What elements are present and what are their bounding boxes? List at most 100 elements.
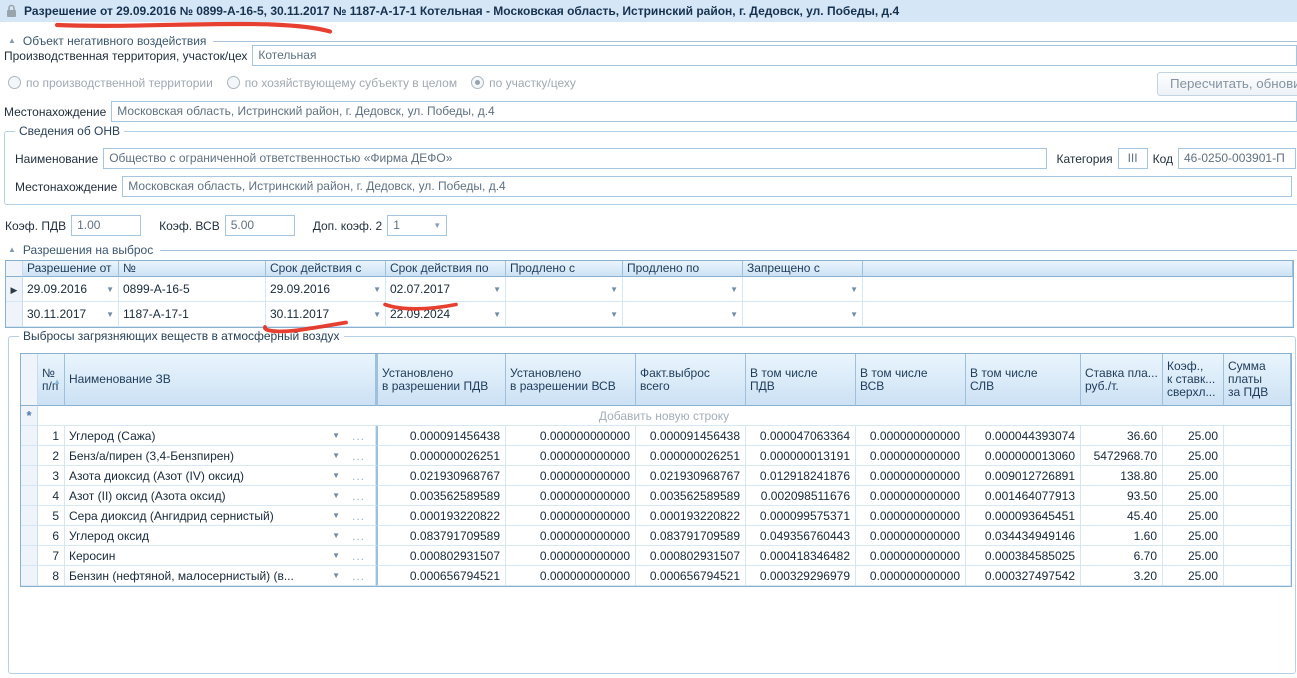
emission-value-cell[interactable]: 25.00 (1163, 426, 1224, 446)
emission-value-cell[interactable]: 0.000000000000 (856, 486, 966, 506)
emission-value-cell[interactable]: 0.000000000000 (856, 466, 966, 486)
permit-cell[interactable]: 29.09.2016▼ (23, 277, 119, 302)
chevron-down-icon[interactable]: ▼ (850, 285, 858, 294)
chevron-down-icon[interactable]: ▼ (332, 551, 340, 560)
emission-value-cell[interactable]: 0.000418346482 (746, 546, 856, 566)
emission-value-cell[interactable]: 0.000000026251 (636, 446, 746, 466)
coef-vsv-input[interactable]: 5.00 (225, 215, 295, 236)
emission-value-cell[interactable]: 2 (38, 446, 65, 466)
emission-value-cell[interactable]: 0.000802931507 (376, 546, 506, 566)
emission-value-cell[interactable]: 0.000329296979 (746, 566, 856, 586)
emission-value-cell[interactable] (1224, 506, 1291, 526)
permits-column-header-0[interactable]: Разрешение от (23, 261, 119, 277)
emission-value-cell[interactable]: 0.000000013060 (966, 446, 1081, 466)
emission-value-cell[interactable]: 0.012918241876 (746, 466, 856, 486)
emission-value-cell[interactable]: 0.083791709589 (636, 526, 746, 546)
collapse-permits-icon[interactable]: ▲ (8, 246, 16, 254)
ellipsis-button-icon[interactable]: ... (352, 449, 365, 463)
emission-value-cell[interactable] (1224, 446, 1291, 466)
emission-value-cell[interactable]: 0.000656794521 (636, 566, 746, 586)
coef-dop-combobox[interactable]: 1 ▼ (387, 215, 447, 236)
emission-value-cell[interactable]: 25.00 (1163, 506, 1224, 526)
emission-value-cell[interactable]: 0.000000000000 (506, 486, 636, 506)
permit-cell[interactable]: ▼ (506, 277, 623, 302)
emission-value-cell[interactable]: 0.034434949146 (966, 526, 1081, 546)
emission-value-cell[interactable]: 0.003562589589 (636, 486, 746, 506)
emission-substance-cell[interactable]: Углерод оксид▼... (65, 526, 376, 546)
ellipsis-button-icon[interactable]: ... (352, 569, 365, 583)
emission-value-cell[interactable]: 0.000091456438 (376, 426, 506, 446)
emission-substance-cell[interactable]: Азот (II) оксид (Азота оксид)▼... (65, 486, 376, 506)
emission-value-cell[interactable]: 0.000327497542 (966, 566, 1081, 586)
emission-value-cell[interactable]: 0.000000000000 (506, 466, 636, 486)
chevron-down-icon[interactable]: ▼ (730, 310, 738, 319)
permit-cell[interactable]: 1187-А-17-1 (119, 302, 266, 327)
permits-column-header-2[interactable]: Срок действия с (266, 261, 386, 277)
emissions-column-header-7[interactable]: В том числе СЛВ (966, 354, 1081, 406)
chevron-down-icon[interactable]: ▼ (332, 471, 340, 480)
chevron-down-icon[interactable]: ▼ (106, 310, 114, 319)
emission-value-cell[interactable]: 93.50 (1081, 486, 1163, 506)
location-input[interactable]: Московская область, Истринский район, г.… (111, 101, 1297, 122)
emission-value-cell[interactable]: 4 (38, 486, 65, 506)
emission-value-cell[interactable] (1224, 486, 1291, 506)
ellipsis-button-icon[interactable]: ... (352, 549, 365, 563)
emissions-column-header-6[interactable]: В том числе ВСВ (856, 354, 966, 406)
territory-input[interactable]: Котельная (252, 45, 1297, 66)
permit-cell[interactable]: 30.11.2017▼ (266, 302, 386, 327)
emission-value-cell[interactable]: 5 (38, 506, 65, 526)
emission-value-cell[interactable]: 6.70 (1081, 546, 1163, 566)
emission-value-cell[interactable]: 0.000656794521 (376, 566, 506, 586)
ellipsis-button-icon[interactable]: ... (352, 509, 365, 523)
emission-value-cell[interactable]: 0.000000000000 (506, 506, 636, 526)
emission-value-cell[interactable]: 0.000000013191 (746, 446, 856, 466)
ellipsis-button-icon[interactable]: ... (352, 429, 365, 443)
chevron-down-icon[interactable]: ▼ (373, 285, 381, 294)
emission-value-cell[interactable]: 0.000044393074 (966, 426, 1081, 446)
chevron-down-icon[interactable]: ▼ (106, 285, 114, 294)
emission-value-cell[interactable]: 0.000099575371 (746, 506, 856, 526)
emission-value-cell[interactable]: 0.003562589589 (376, 486, 506, 506)
emissions-column-header-0[interactable]: № п/п▲ (38, 354, 65, 406)
emission-value-cell[interactable] (1224, 526, 1291, 546)
chevron-down-icon[interactable]: ▼ (730, 285, 738, 294)
chevron-down-icon[interactable]: ▼ (493, 310, 501, 319)
emission-value-cell[interactable]: 5472968.70 (1081, 446, 1163, 466)
emissions-column-header-10[interactable]: Сумма платы за ПДВ (1224, 354, 1291, 406)
chevron-down-icon[interactable]: ▼ (610, 285, 618, 294)
emission-value-cell[interactable]: 0.000802931507 (636, 546, 746, 566)
emission-value-cell[interactable]: 0.002098511676 (746, 486, 856, 506)
onv-location-input[interactable]: Московская область, Истринский район, г.… (122, 176, 1292, 197)
emissions-column-header-9[interactable]: Коэф., к ставк... сверхл... (1163, 354, 1224, 406)
emissions-column-header-5[interactable]: В том числе ПДВ (746, 354, 856, 406)
emission-value-cell[interactable] (1224, 566, 1291, 586)
chevron-down-icon[interactable]: ▼ (433, 216, 441, 235)
ellipsis-button-icon[interactable]: ... (352, 489, 365, 503)
permit-cell[interactable]: 22.09.2024▼ (386, 302, 506, 327)
emission-value-cell[interactable]: 0.049356760443 (746, 526, 856, 546)
emission-value-cell[interactable]: 8 (38, 566, 65, 586)
emission-value-cell[interactable]: 0.000000000000 (856, 526, 966, 546)
onv-name-input[interactable]: Общество с ограниченной ответственностью… (103, 148, 1047, 169)
emission-value-cell[interactable]: 0.000000000000 (506, 426, 636, 446)
radio-by-subject[interactable]: по хозяйствующему субъекту в целом (227, 76, 457, 90)
emission-value-cell[interactable]: 6 (38, 526, 65, 546)
onv-category-input[interactable]: III (1118, 148, 1148, 169)
permit-cell[interactable]: 02.07.2017▼ (386, 277, 506, 302)
emission-value-cell[interactable]: 45.40 (1081, 506, 1163, 526)
emission-substance-cell[interactable]: Азота диоксид (Азот (IV) оксид)▼... (65, 466, 376, 486)
permits-column-header-6[interactable]: Запрещено с (743, 261, 863, 277)
emission-value-cell[interactable]: 0.083791709589 (376, 526, 506, 546)
chevron-down-icon[interactable]: ▼ (332, 451, 340, 460)
emissions-column-header-8[interactable]: Ставка пла... руб./т. (1081, 354, 1163, 406)
emission-value-cell[interactable]: 0.000000000000 (856, 426, 966, 446)
emission-value-cell[interactable]: 1 (38, 426, 65, 446)
emission-value-cell[interactable]: 0.000047063364 (746, 426, 856, 446)
emission-value-cell[interactable]: 0.000000000000 (506, 526, 636, 546)
emission-value-cell[interactable]: 25.00 (1163, 526, 1224, 546)
permits-column-header-5[interactable]: Продлено по (623, 261, 743, 277)
chevron-down-icon[interactable]: ▼ (373, 310, 381, 319)
onv-code-input[interactable]: 46-0250-003901-П (1178, 148, 1296, 169)
chevron-down-icon[interactable]: ▼ (332, 491, 340, 500)
emission-substance-cell[interactable]: Керосин▼... (65, 546, 376, 566)
